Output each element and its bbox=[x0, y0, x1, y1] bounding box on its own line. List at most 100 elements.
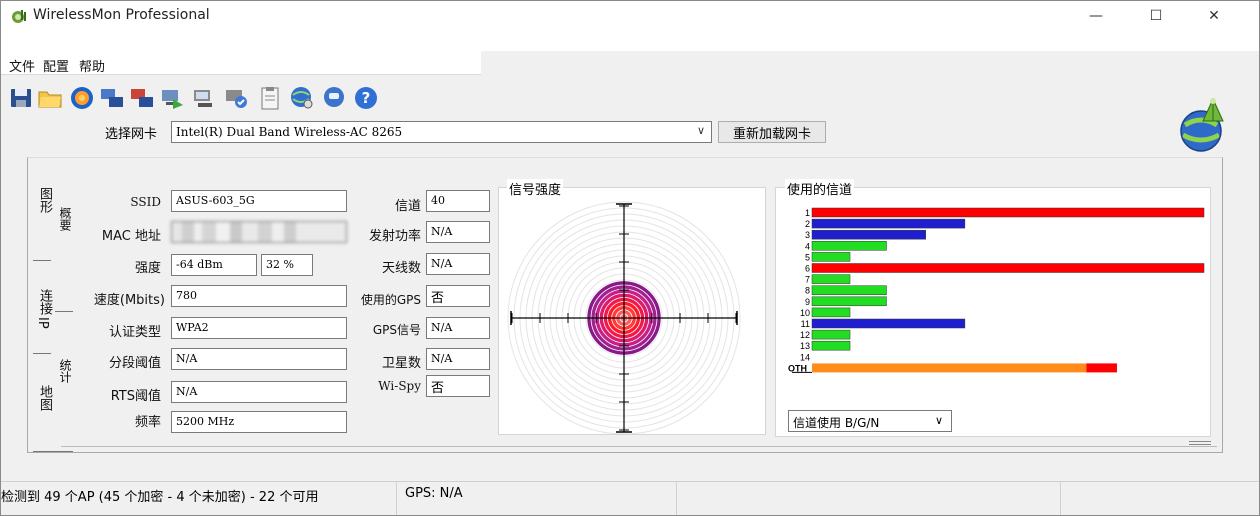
speed-label: 速度(Mbits) bbox=[93, 293, 165, 308]
tab-ip[interactable]: IP bbox=[35, 317, 50, 329]
strength-percent-field: 32 % bbox=[261, 254, 313, 276]
channel-bar-chart: 1234567891011121314OTH bbox=[788, 207, 1205, 373]
gps-used-field: 否 bbox=[426, 285, 490, 307]
signal-strength-box bbox=[498, 187, 766, 435]
channel-bar bbox=[811, 207, 1205, 218]
network-config-icon[interactable] bbox=[191, 85, 217, 111]
gps-used-label: 使用的GPS bbox=[360, 293, 421, 307]
tab-divider bbox=[33, 451, 73, 452]
wispy-label: Wi-Spy bbox=[378, 379, 421, 393]
antennas-label: 天线数 bbox=[381, 261, 421, 276]
txpower-label: 发射功率 bbox=[368, 229, 421, 244]
channel-label: 7 bbox=[805, 275, 810, 285]
network-icon[interactable] bbox=[159, 85, 185, 111]
open-folder-icon[interactable] bbox=[37, 85, 63, 111]
toolbar: ? bbox=[1, 77, 1259, 117]
chat-icon[interactable] bbox=[321, 85, 347, 111]
tab-connect[interactable]: 连接 bbox=[35, 289, 54, 315]
title-bar: WirelessMon Professional — ☐ ✕ bbox=[1, 1, 1259, 31]
record-icon[interactable] bbox=[69, 85, 95, 111]
channel-bar bbox=[811, 285, 887, 295]
channel-label: 13 bbox=[800, 341, 810, 351]
channel-bar bbox=[811, 218, 966, 229]
auth-label: 认证类型 bbox=[108, 325, 161, 340]
chevron-down-icon: ∨ bbox=[934, 414, 943, 427]
channel-field: 40 bbox=[426, 190, 490, 212]
globe-search-icon[interactable] bbox=[289, 85, 315, 111]
channel-bar bbox=[811, 252, 851, 262]
signal-strength-title: 信号强度 bbox=[507, 179, 564, 198]
wireless-globe-logo-icon bbox=[1180, 97, 1224, 152]
status-bar: 检测到 49 个AP (45 个加密 - 4 个未加密) - 22 个可用 GP… bbox=[1, 481, 1259, 515]
channel-bar bbox=[811, 307, 851, 318]
gps-status-text: GPS: N/A bbox=[405, 486, 463, 501]
nic-label: 选择网卡 bbox=[105, 127, 158, 142]
channel-bar-oth-red bbox=[1086, 363, 1117, 373]
channel-label: 6 bbox=[805, 264, 810, 274]
channel-label: 5 bbox=[805, 252, 810, 262]
horizontal-divider bbox=[61, 441, 1217, 447]
window-title: WirelessMon Professional bbox=[33, 7, 210, 23]
menu-file[interactable]: 文件 bbox=[9, 56, 35, 75]
help-icon[interactable]: ? bbox=[353, 85, 379, 111]
channel-bar bbox=[811, 241, 887, 251]
menu-spacer bbox=[1, 31, 1259, 51]
reload-nic-button[interactable]: 重新加载网卡 bbox=[718, 121, 826, 143]
tab-map[interactable]: 地图 bbox=[35, 385, 54, 411]
channel-bar bbox=[811, 329, 851, 340]
app-logo-icon bbox=[12, 10, 26, 23]
tab-divider bbox=[33, 353, 51, 354]
channel-filter-value: 信道使用 B/G/N bbox=[793, 416, 880, 430]
compare-red-icon[interactable] bbox=[129, 85, 155, 111]
nic-select[interactable]: Intel(R) Dual Band Wireless-AC 8265 ∨ bbox=[171, 121, 712, 143]
channel-bar bbox=[811, 296, 887, 307]
channel-filter-select[interactable]: 信道使用 B/G/N ∨ bbox=[788, 410, 952, 432]
freq-label: 频率 bbox=[134, 415, 161, 430]
gps-signal-field: N/A bbox=[426, 317, 490, 339]
svg-text:?: ? bbox=[362, 89, 371, 107]
gps-signal-label: GPS信号 bbox=[372, 323, 421, 337]
clipboard-icon[interactable] bbox=[257, 85, 283, 111]
mac-field-blurred bbox=[171, 221, 347, 243]
save-icon[interactable] bbox=[9, 85, 33, 111]
channels-box: 1 2 3 4 5 6 7 8 9 10 11 12 13 14 OTH bbox=[775, 187, 1211, 437]
txpower-field: N/A bbox=[426, 221, 490, 243]
maximize-button[interactable]: ☐ bbox=[1133, 1, 1179, 31]
channel-label: 4 bbox=[805, 241, 810, 251]
frag-label: 分段阈值 bbox=[108, 356, 161, 371]
tab-summary[interactable]: 概要 bbox=[57, 207, 74, 231]
speed-field: 780 bbox=[171, 285, 347, 307]
menu-help[interactable]: 帮助 bbox=[79, 56, 105, 75]
antennas-field: N/A bbox=[426, 253, 490, 275]
close-button[interactable]: ✕ bbox=[1191, 1, 1237, 31]
satellites-label: 卫星数 bbox=[381, 356, 421, 371]
channel-label: 10 bbox=[800, 308, 810, 318]
minimize-button[interactable]: — bbox=[1073, 1, 1119, 31]
channel-label: 3 bbox=[805, 230, 810, 240]
ap-summary-text: 检测到 49 个AP (45 个加密 - 4 个未加密) - 22 个可用 bbox=[1, 490, 319, 505]
app-window: WirelessMon Professional — ☐ ✕ 文件 配置 帮助 bbox=[0, 0, 1260, 516]
chevron-down-icon: ∨ bbox=[696, 124, 705, 137]
channel-label: 信道 bbox=[394, 199, 421, 214]
channel-bar bbox=[811, 263, 1205, 273]
ssid-label: SSID bbox=[130, 195, 161, 209]
menu-config[interactable]: 配置 bbox=[43, 56, 69, 75]
tab-divider bbox=[33, 260, 51, 261]
network-check-icon[interactable] bbox=[223, 85, 249, 111]
freq-field: 5200 MHz bbox=[171, 411, 347, 433]
channel-label: 8 bbox=[805, 286, 810, 296]
channel-label: 14 bbox=[800, 352, 810, 362]
channel-label: 11 bbox=[801, 319, 810, 329]
channel-bar bbox=[811, 274, 851, 284]
tab-stats[interactable]: 统计 bbox=[57, 359, 74, 383]
signal-target-graphic bbox=[507, 201, 741, 435]
rts-field: N/A bbox=[171, 381, 347, 403]
tab-graph[interactable]: 图形 bbox=[35, 187, 54, 213]
channel-bar-oth-orange bbox=[812, 363, 1087, 373]
resize-grip-icon[interactable] bbox=[1189, 441, 1211, 445]
compare-icon[interactable] bbox=[99, 85, 125, 111]
strength-label: 强度 bbox=[134, 261, 161, 276]
ssid-field: ASUS-603_5G bbox=[171, 190, 347, 212]
status-segment bbox=[677, 482, 1061, 515]
auth-field: WPA2 bbox=[171, 317, 347, 339]
